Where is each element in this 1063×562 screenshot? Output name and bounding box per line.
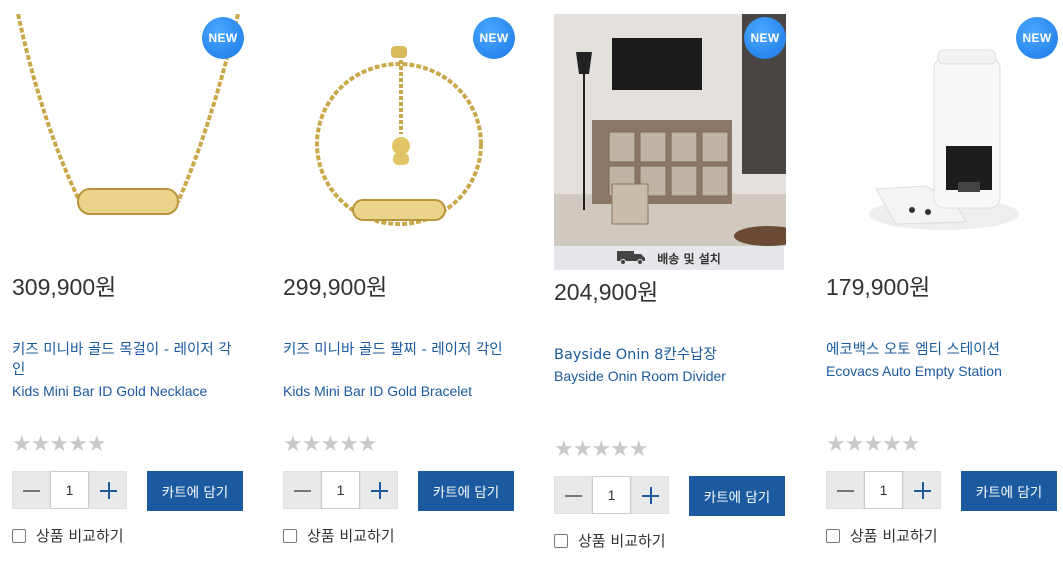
product-name-ko[interactable]: 키즈 미니바 골드 목걸이 - 레이저 각인 (12, 340, 237, 380)
rating-stars: ★★★★★ (826, 432, 921, 457)
quantity-stepper (283, 471, 415, 509)
product-price: 204,900원 (554, 279, 659, 305)
product-card: NEW 299,900원 키즈 미니바 골드 팔찌 - 레이저 각인 Kids … (283, 0, 515, 562)
product-card: NEW 309,900원 키즈 미니바 골드 목걸이 - 레이저 각인 Kids… (12, 0, 244, 562)
plus-button[interactable] (89, 471, 127, 509)
quantity-stepper (826, 471, 958, 509)
compare-label: 상품 비교하기 (578, 532, 666, 550)
compare-checkbox-row[interactable]: 상품 비교하기 (826, 525, 938, 546)
new-badge: NEW (202, 17, 244, 59)
product-name-ko[interactable]: 에코백스 오토 엠티 스테이션 (826, 340, 1051, 360)
quantity-input[interactable] (321, 471, 360, 509)
plus-button[interactable] (903, 471, 941, 509)
quantity-input[interactable] (864, 471, 903, 509)
product-card: NEW 179,900원 에코백스 오토 엠티 스테이션 Ecovacs Aut… (826, 0, 1058, 562)
product-name-ko[interactable]: Bayside Onin 8칸수납장 (554, 345, 779, 365)
product-name-en[interactable]: Kids Mini Bar ID Gold Necklace (12, 383, 242, 399)
minus-icon (837, 490, 854, 492)
product-name-ko[interactable]: 키즈 미니바 골드 팔찌 - 레이저 각인 (283, 340, 508, 360)
compare-label: 상품 비교하기 (850, 527, 938, 545)
minus-button[interactable] (826, 471, 864, 509)
minus-button[interactable] (12, 471, 50, 509)
compare-label: 상품 비교하기 (307, 527, 395, 545)
quantity-stepper (12, 471, 144, 509)
compare-checkbox[interactable] (283, 528, 297, 543)
product-name-en[interactable]: Kids Mini Bar ID Gold Bracelet (283, 383, 513, 399)
plus-button[interactable] (631, 476, 669, 514)
rating-stars: ★★★★★ (554, 437, 649, 462)
truck-icon (617, 249, 647, 268)
minus-button[interactable] (554, 476, 592, 514)
product-price: 179,900원 (826, 274, 931, 300)
minus-icon (565, 495, 582, 497)
product-name-en[interactable]: Bayside Onin Room Divider (554, 368, 784, 384)
compare-checkbox[interactable] (826, 528, 840, 543)
minus-button[interactable] (283, 471, 321, 509)
quantity-stepper (554, 476, 686, 514)
product-price: 309,900원 (12, 274, 117, 300)
new-badge: NEW (744, 17, 786, 59)
plus-button[interactable] (360, 471, 398, 509)
compare-checkbox[interactable] (554, 533, 568, 548)
compare-checkbox[interactable] (12, 528, 26, 543)
add-to-cart-button[interactable]: 카트에 담기 (961, 471, 1057, 511)
add-to-cart-button[interactable]: 카트에 담기 (689, 476, 785, 516)
compare-checkbox-row[interactable]: 상품 비교하기 (283, 525, 395, 546)
compare-checkbox-row[interactable]: 상품 비교하기 (554, 530, 666, 551)
quantity-input[interactable] (50, 471, 89, 509)
add-to-cart-button[interactable]: 카트에 담기 (418, 471, 514, 511)
delivery-label: 배송 및 설치 (657, 251, 721, 266)
new-badge: NEW (473, 17, 515, 59)
compare-label: 상품 비교하기 (36, 527, 124, 545)
add-to-cart-button[interactable]: 카트에 담기 (147, 471, 243, 511)
delivery-install-banner: 배송 및 설치 (554, 246, 784, 270)
quantity-input[interactable] (592, 476, 631, 514)
minus-icon (23, 490, 40, 492)
rating-stars: ★★★★★ (283, 432, 378, 457)
product-card: NEW 배송 및 설치 204,900원 Bayside Onin 8칸수납장 … (554, 0, 786, 562)
rating-stars: ★★★★★ (12, 432, 107, 457)
product-price: 299,900원 (283, 274, 388, 300)
new-badge: NEW (1016, 17, 1058, 59)
minus-icon (294, 490, 311, 492)
compare-checkbox-row[interactable]: 상품 비교하기 (12, 525, 124, 546)
product-name-en[interactable]: Ecovacs Auto Empty Station (826, 363, 1056, 379)
